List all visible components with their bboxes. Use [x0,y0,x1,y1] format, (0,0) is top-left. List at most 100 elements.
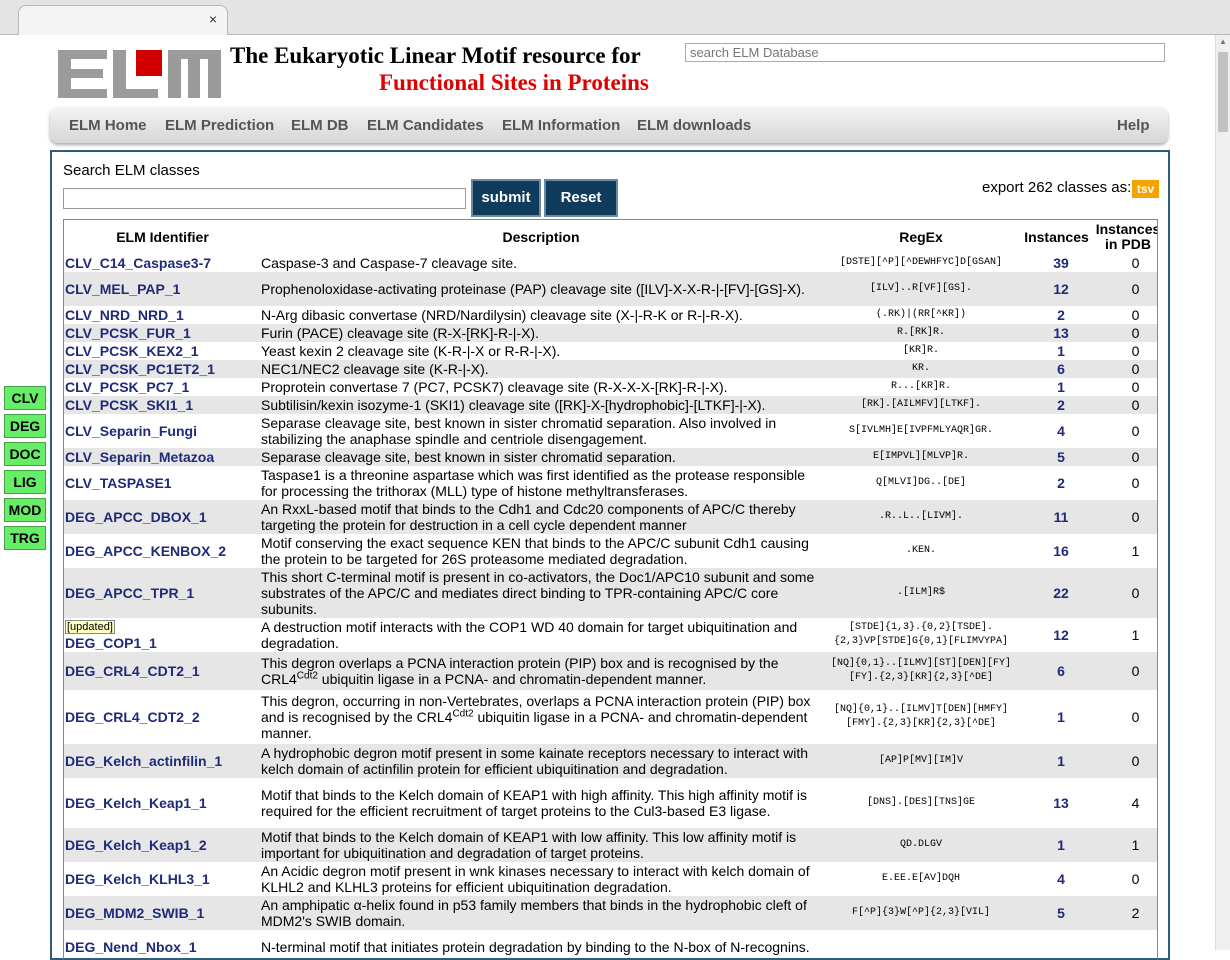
browser-tab[interactable]: × [18,5,228,35]
pdb-instances-count: 0 [1131,585,1140,601]
pdb-instances-count: 1 [1131,837,1140,853]
instances-count-link[interactable]: 11 [1026,500,1096,534]
elm-identifier-link[interactable]: CLV_Separin_Fungi [65,414,260,448]
col-header-pdb-line1: Instances [1095,221,1158,237]
elm-search-input[interactable] [685,43,1165,62]
instances-count-link[interactable]: 2 [1026,466,1096,500]
elm-regex: .KEN. [905,545,936,556]
instances-count-link[interactable]: 1 [1026,690,1096,744]
description-text: Prophenoloxidase-activating proteinase (… [261,281,805,297]
elm-regex [821,930,1021,959]
sidebar-item-clv[interactable]: CLV [4,386,46,410]
elm-identifier-link[interactable]: DEG_APCC_TPR_1 [65,568,260,618]
instances-count-link[interactable]: 1 [1026,378,1096,396]
elm-identifier-link[interactable]: DEG_APCC_DBOX_1 [65,500,260,534]
elm-identifier-link[interactable]: CLV_PCSK_SKI1_1 [65,396,260,414]
nav-help[interactable]: Help [1117,117,1150,134]
elm-identifier-link[interactable]: CLV_PCSK_KEX2_1 [65,342,260,360]
elm-identifier-link[interactable]: DEG_MDM2_SWIB_1 [65,896,260,930]
sidebar-item-trg[interactable]: TRG [4,526,46,550]
table-row: CLV_MEL_PAP_1 Prophenoloxidase-activating… [64,272,1157,306]
pdb-instances-count: 4 [1131,795,1140,811]
elm-identifier-link[interactable]: CLV_PCSK_PC7_1 [65,378,260,396]
elm-identifier-link[interactable]: CLV_TASPASE1 [65,466,260,500]
sidebar-item-mod[interactable]: MOD [4,498,46,522]
elm-identifier-link[interactable]: DEG_Kelch_KLHL3_1 [65,862,260,896]
scroll-up-arrow-icon[interactable]: ▲ [1216,35,1230,49]
sidebar-item-lig[interactable]: LIG [4,470,46,494]
export-tsv-button[interactable]: tsv [1132,180,1159,198]
instances-count-link[interactable]: 6 [1026,652,1096,690]
elm-regex: .[ILM]R$ [896,587,945,598]
nav-elm-prediction[interactable]: ELM Prediction [165,117,274,134]
instances-count-link[interactable]: 2 [1026,306,1096,324]
scroll-thumb[interactable] [1218,52,1228,132]
pdb-instances-count: 0 [1131,871,1140,887]
instances-count-link[interactable]: 6 [1026,360,1096,378]
instances-count-link[interactable]: 22 [1026,568,1096,618]
elm-identifier-text: CLV_PCSK_PC7_1 [65,379,190,395]
pdb-instances-count: 2 [1131,905,1140,921]
instances-count-link[interactable]: 5 [1026,896,1096,930]
nav-elm-home[interactable]: ELM Home [69,117,147,134]
description-sup: Cdt2 [452,708,474,720]
instances-count-link[interactable]: 16 [1026,534,1096,568]
close-tab-icon[interactable]: × [209,11,217,27]
nav-elm-downloads[interactable]: ELM downloads [637,117,751,134]
page-scrollbar[interactable]: ▲ [1215,35,1230,950]
instances-count-link[interactable]: 4 [1026,862,1096,896]
description-text: Caspase-3 and Caspase-7 cleavage site. [261,255,518,271]
elm-identifier-link[interactable]: DEG_CRL4_CDT2_1 [65,652,260,690]
elm-identifier-link[interactable]: DEG_Kelch_actinfilin_1 [65,744,260,778]
instances-count-link[interactable]: 5 [1026,448,1096,466]
instances-count-link[interactable]: 1 [1026,744,1096,778]
elm-description: Motif that binds to the Kelch domain of … [261,828,821,862]
elm-identifier-link[interactable]: DEG_CRL4_CDT2_2 [65,690,260,744]
description-text: NEC1/NEC2 cleavage site (K-R-|-X). [261,361,489,377]
table-row: CLV_PCSK_SKI1_1 Subtilisin/kexin isozyme-… [64,396,1157,414]
search-classes-input[interactable] [63,188,466,209]
elm-identifier-text: DEG_Kelch_actinfilin_1 [65,753,223,769]
elm-logo[interactable] [58,50,221,98]
elm-identifier-link[interactable]: CLV_Separin_Metazoa [65,448,260,466]
col-header-description[interactable]: Description [261,220,821,254]
sidebar-item-doc[interactable]: DOC [4,442,46,466]
instances-count-link[interactable]: 2 [1026,396,1096,414]
instances-count-link[interactable]: 1 [1026,828,1096,862]
instances-count-link[interactable]: 39 [1026,254,1096,272]
elm-identifier-link[interactable]: [updated] DEG_COP1_1 [65,618,260,652]
elm-identifier-link[interactable]: DEG_Kelch_Keap1_2 [65,828,260,862]
elm-identifier-link[interactable]: CLV_PCSK_PC1ET2_1 [65,360,260,378]
instances-count-link[interactable]: 13 [1026,778,1096,828]
col-header-instances-pdb[interactable]: Instances in PDB [1092,220,1158,254]
elm-identifier-link[interactable]: CLV_MEL_PAP_1 [65,272,260,306]
table-row: CLV_PCSK_FUR_1 Furin (PACE) cleavage site… [64,324,1157,342]
elm-identifier-link[interactable]: CLV_C14_Caspase3-7 [65,254,260,272]
reset-button[interactable]: Reset [544,179,618,217]
col-header-instances[interactable]: Instances [1019,220,1094,254]
table-row: CLV_PCSK_PC7_1 Proprotein convertase 7 (P… [64,378,1157,396]
instances-count-link[interactable]: 4 [1026,414,1096,448]
elm-description: NEC1/NEC2 cleavage site (K-R-|-X). [261,360,821,378]
nav-elm-candidates[interactable]: ELM Candidates [367,117,484,134]
col-header-regex[interactable]: RegEx [821,220,1021,254]
elm-identifier-link[interactable]: DEG_Nend_Nbox_1 [65,930,260,959]
nav-elm-db[interactable]: ELM DB [291,117,349,134]
instances-count-link[interactable]: 12 [1026,272,1096,306]
elm-identifier-text: CLV_MEL_PAP_1 [65,281,181,297]
pdb-instances-count: 0 [1131,281,1140,297]
instances-count-link[interactable]: 13 [1026,324,1096,342]
col-header-id[interactable]: ELM Identifier [65,220,260,254]
submit-button[interactable]: submit [471,179,541,217]
instances-count-link[interactable] [1026,930,1096,959]
elm-identifier-link[interactable]: CLV_PCSK_FUR_1 [65,324,260,342]
sidebar-item-deg[interactable]: DEG [4,414,46,438]
instances-count-link[interactable]: 1 [1026,342,1096,360]
elm-identifier-link[interactable]: DEG_Kelch_Keap1_1 [65,778,260,828]
nav-elm-information[interactable]: ELM Information [502,117,620,134]
elm-identifier-link[interactable]: DEG_APCC_KENBOX_2 [65,534,260,568]
elm-description: Proprotein convertase 7 (PC7, PCSK7) cle… [261,378,821,396]
instances-count-link[interactable]: 12 [1026,618,1096,652]
table-row: DEG_MDM2_SWIB_1 An amphipatic α-helix fou… [64,896,1157,930]
elm-identifier-link[interactable]: CLV_NRD_NRD_1 [65,306,260,324]
